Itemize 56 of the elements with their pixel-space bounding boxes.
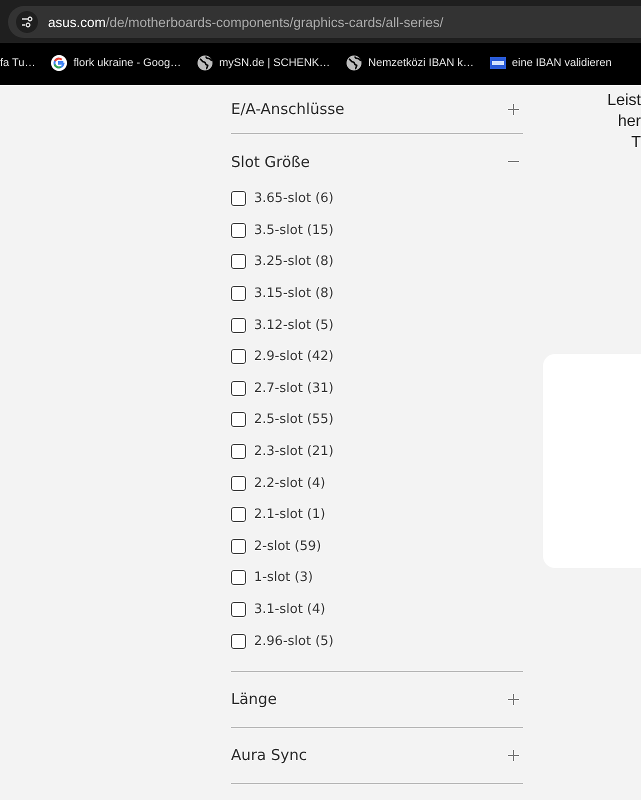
checkbox[interactable]: [231, 191, 246, 206]
globe-icon: [346, 55, 362, 71]
filter-title: Länge: [231, 690, 277, 708]
url-text: asus.com/de/motherboards-components/graphics-cards/all-series/: [48, 14, 444, 30]
filter-header[interactable]: Slot Größe: [231, 134, 523, 189]
address-bar[interactable]: asus.com/de/motherboards-components/graphics-cards/all-series/: [8, 6, 641, 38]
option-label[interactable]: 3.12-slot (5): [254, 318, 334, 333]
description-text: her: [618, 112, 641, 132]
checkbox[interactable]: [231, 222, 246, 238]
checkbox[interactable]: [231, 476, 246, 491]
filter-header[interactable]: Länge: [231, 672, 523, 727]
checkbox[interactable]: [231, 570, 246, 586]
site-settings-icon[interactable]: [16, 11, 38, 33]
option-label[interactable]: 2-slot (59): [254, 538, 322, 554]
plus-icon[interactable]: [508, 104, 519, 114]
checkbox[interactable]: [231, 318, 246, 333]
filter-header[interactable]: E/A-Anschlüsse: [231, 85, 523, 133]
filter-title: Aura Sync: [231, 746, 308, 764]
bookmark[interactable]: fa Tu…: [0, 55, 38, 71]
option-label[interactable]: 2.2-slot (4): [254, 476, 326, 491]
option-label[interactable]: 2.7-slot (31): [254, 380, 334, 396]
bookmark[interactable]: eine IBAN validieren: [486, 53, 615, 73]
globe-icon: [197, 55, 214, 71]
checkbox[interactable]: [231, 444, 246, 460]
option-label[interactable]: 3.25-slot (8): [254, 254, 334, 270]
bookmark[interactable]: flork ukraine - Goog…: [48, 53, 184, 73]
checkbox[interactable]: [231, 602, 246, 618]
bookmark[interactable]: Nemzetközi IBAN k…: [343, 53, 477, 73]
plus-icon[interactable]: [508, 750, 519, 761]
checkbox[interactable]: [231, 507, 246, 522]
option-label[interactable]: 2.9-slot (42): [254, 349, 334, 364]
description-text: T: [631, 133, 641, 153]
filter-title: Slot Größe: [231, 152, 310, 170]
iban-logo-icon: [490, 55, 506, 71]
google-icon: [51, 55, 68, 71]
option-label[interactable]: 3.1-slot (4): [254, 602, 326, 618]
filter-title: E/A-Anschlüsse: [231, 100, 344, 118]
option-label[interactable]: 1-slot (3): [254, 570, 313, 586]
option-label[interactable]: 3.5-slot (15): [254, 222, 334, 238]
plus-icon[interactable]: [508, 694, 519, 705]
filter-header[interactable]: Aura Sync: [231, 728, 523, 783]
option-label[interactable]: 3.65-slot (6): [254, 191, 334, 206]
option-label[interactable]: 2.96-slot (5): [254, 634, 334, 649]
checkbox[interactable]: [231, 349, 246, 364]
bookmark[interactable]: mySN.de | SCHENK…: [194, 53, 334, 73]
option-label[interactable]: 2.1-slot (1): [254, 507, 326, 522]
option-label[interactable]: 2.5-slot (55): [254, 412, 334, 428]
checkbox[interactable]: [231, 634, 246, 649]
checkbox[interactable]: [231, 286, 246, 302]
checkbox[interactable]: [231, 538, 246, 554]
checkbox[interactable]: [231, 380, 246, 396]
option-label[interactable]: 3.15-slot (8): [254, 286, 334, 302]
checkbox[interactable]: [231, 254, 246, 270]
checkbox[interactable]: [231, 412, 246, 428]
description-text: Leist: [607, 91, 641, 111]
option-label[interactable]: 2.3-slot (21): [254, 444, 334, 460]
